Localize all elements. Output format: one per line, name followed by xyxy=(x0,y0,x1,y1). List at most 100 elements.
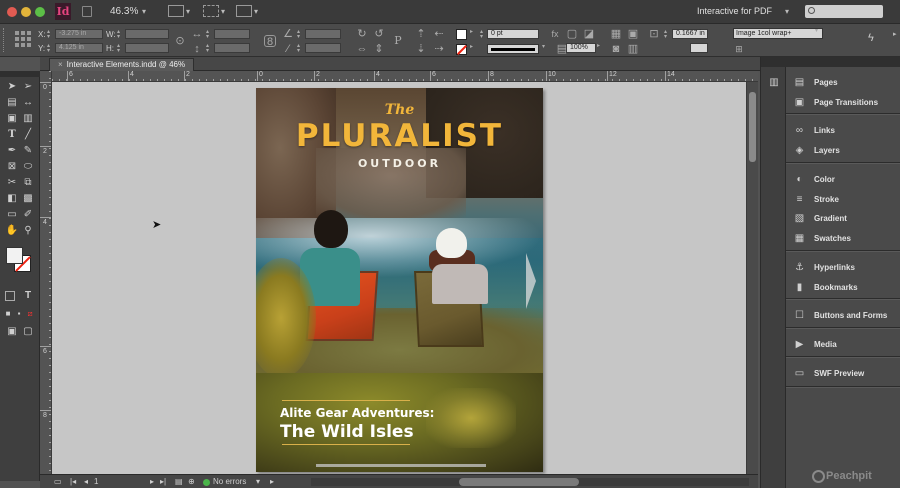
open-page-icon[interactable]: ▤ xyxy=(175,477,183,486)
gap-tool-icon[interactable]: ↔ xyxy=(21,96,35,110)
text-wrap-shape-icon[interactable]: ◙ xyxy=(610,43,622,55)
view-options-icon[interactable] xyxy=(168,5,184,17)
panel-item-bookmarks[interactable]: ▮ Bookmarks xyxy=(786,278,900,298)
panel-item-color[interactable]: ◐ Color xyxy=(786,170,900,190)
gradient-swatch-tool-icon[interactable]: ◧ xyxy=(5,192,19,206)
type-tool-icon[interactable]: T xyxy=(5,128,19,142)
rotate-stepper[interactable]: ▴ ▾ xyxy=(297,29,303,40)
formatting-container-icon[interactable] xyxy=(5,291,15,301)
reference-point-icon[interactable] xyxy=(15,31,31,47)
y-stepper[interactable]: ▴ ▾ xyxy=(47,43,53,54)
quick-apply-icon[interactable]: ϟ xyxy=(868,32,874,44)
object-style-caret[interactable]: ▾ xyxy=(815,28,821,39)
page-tool-icon[interactable]: ▤ xyxy=(5,96,19,110)
screen-mode-icon[interactable] xyxy=(203,5,219,17)
fitting-offset-field[interactable]: 0.1667 in xyxy=(672,29,708,39)
frame-fitting-icon[interactable]: ⊡ xyxy=(648,28,660,40)
bridge-icon[interactable] xyxy=(82,6,92,17)
control-panel-menu-caret[interactable]: ▸ xyxy=(893,30,897,38)
panel-item-swatches[interactable]: ▦ Swatches xyxy=(786,229,900,249)
rectangle-frame-tool-icon[interactable]: ⊠ xyxy=(5,160,19,174)
scale-x-field[interactable] xyxy=(214,29,250,39)
horizontal-scrollbar[interactable] xyxy=(311,478,749,486)
stroke-type-dropdown[interactable]: ▾ xyxy=(542,44,548,55)
shear-stepper[interactable]: ▴ ▾ xyxy=(297,43,303,54)
fitting-stepper[interactable]: ▴ ▾ xyxy=(664,29,670,40)
zoom-dropdown-caret[interactable]: ▾ xyxy=(142,7,146,16)
pasteboard[interactable]: The PLURALIST OUTDOOR Alite Gear Adventu… xyxy=(52,82,746,474)
screen-mode-caret[interactable]: ▾ xyxy=(221,7,225,16)
panel-item-swf-preview[interactable]: ▭ SWF Preview xyxy=(786,364,900,384)
stroke-weight-stepper[interactable]: ▴ ▾ xyxy=(480,29,486,40)
previous-page-button[interactable]: ◂ xyxy=(84,477,88,486)
content-collector-icon[interactable]: ▣ xyxy=(5,112,19,126)
selection-tool-icon[interactable]: ➤ xyxy=(5,80,19,94)
gradient-feather-tool-icon[interactable]: ▩ xyxy=(21,192,35,206)
vertical-scroll-thumb[interactable] xyxy=(749,92,756,162)
select-content-icon[interactable]: ⇣ xyxy=(415,43,427,55)
eyedropper-tool-icon[interactable]: ✐ xyxy=(21,208,35,222)
workspace-caret[interactable]: ▾ xyxy=(785,7,789,16)
line-tool-icon[interactable]: ╱ xyxy=(21,128,35,142)
scissors-tool-icon[interactable]: ✂ xyxy=(5,176,19,190)
w-stepper[interactable]: ▴ ▾ xyxy=(117,29,123,40)
workspace-switcher[interactable]: Interactive for PDF xyxy=(697,6,772,16)
search-input[interactable] xyxy=(805,5,883,18)
opacity-dropdown[interactable]: ▸ xyxy=(597,43,603,54)
panel-item-page-transitions[interactable]: ▣ Page Transitions xyxy=(786,93,900,113)
fx-icon[interactable]: fx xyxy=(549,28,561,40)
text-wrap-bbox-icon[interactable]: ▣ xyxy=(627,28,639,40)
constrain-proportions-icon[interactable]: ⊙ xyxy=(174,35,186,47)
horizontal-scroll-thumb[interactable] xyxy=(459,478,579,486)
rotate-cw-icon[interactable]: ↻ xyxy=(356,28,368,40)
text-wrap-none-icon[interactable]: ▦ xyxy=(610,28,622,40)
scale-y-stepper[interactable]: ▴ ▾ xyxy=(206,43,212,54)
stroke-swatch[interactable] xyxy=(456,44,467,55)
flip-horizontal-icon[interactable]: ⇔ xyxy=(356,43,368,55)
ellipse-tool-icon[interactable]: ⬭ xyxy=(21,160,35,174)
horizontal-ruler[interactable]: 6 4 2 0 2 4 6 8 10 12 14 xyxy=(52,71,758,82)
stroke-dropdown[interactable]: ▸ xyxy=(470,44,476,55)
select-previous-icon[interactable]: ⇠ xyxy=(433,28,445,40)
panel-item-pages[interactable]: ▤ Pages xyxy=(786,73,900,93)
preflight-status[interactable]: No errors xyxy=(213,477,246,486)
close-tab-icon[interactable]: × xyxy=(58,60,63,69)
select-container-icon[interactable]: ⇡ xyxy=(415,28,427,40)
note-tool-icon[interactable]: ▭ xyxy=(5,208,19,222)
page-number-field[interactable]: 1 xyxy=(94,477,98,486)
arrange-documents-caret[interactable]: ▾ xyxy=(254,7,258,16)
close-window-button[interactable] xyxy=(7,7,17,17)
zoom-tool-icon[interactable]: ⚲ xyxy=(21,224,35,238)
panel-item-gradient[interactable]: ▧ Gradient xyxy=(786,209,900,229)
direct-selection-tool-icon[interactable]: ➢ xyxy=(21,80,35,94)
object-style-select[interactable]: Image 1col wrap+ xyxy=(733,28,823,39)
fill-stroke-control[interactable] xyxy=(6,247,34,277)
panel-item-buttons-and-forms[interactable]: ☐ Buttons and Forms xyxy=(786,306,900,326)
text-wrap-jump-icon[interactable]: ▥ xyxy=(627,43,639,55)
apply-none-icon[interactable]: ⧄ xyxy=(23,307,37,321)
h-stepper[interactable]: ▴ ▾ xyxy=(117,43,123,54)
scale-y-field[interactable] xyxy=(214,43,250,53)
panel-item-stroke[interactable]: ≡ Stroke xyxy=(786,190,900,210)
document-tab[interactable]: × Interactive Elements.indd @ 46% xyxy=(49,58,195,71)
x-field[interactable]: -3.275 in xyxy=(55,29,103,39)
panel-grip[interactable] xyxy=(3,28,6,52)
free-transform-tool-icon[interactable]: ⧉ xyxy=(21,176,35,190)
vertical-scrollbar[interactable] xyxy=(746,82,758,474)
rotate-ccw-icon[interactable]: ↺ xyxy=(373,28,385,40)
drop-shadow-icon[interactable]: ▢ xyxy=(566,28,578,40)
x-stepper[interactable]: ▴ ▾ xyxy=(47,29,53,40)
fill-dropdown[interactable]: ▸ xyxy=(470,29,476,40)
view-options-caret[interactable]: ▾ xyxy=(186,7,190,16)
object-style-options-icon[interactable]: ⊞ xyxy=(733,43,745,55)
opacity-field[interactable]: 100% xyxy=(566,43,596,53)
content-placer-icon[interactable]: ▥ xyxy=(21,112,35,126)
next-page-arrow-button[interactable] xyxy=(526,253,536,309)
formatting-text-icon[interactable]: T xyxy=(21,289,35,303)
w-field[interactable] xyxy=(125,29,169,39)
preview-mode-icon[interactable]: ▢ xyxy=(21,325,35,339)
zoom-level[interactable]: 46.3% xyxy=(110,6,138,17)
flip-vertical-icon[interactable]: ⇕ xyxy=(373,43,385,55)
preflight-panel-icon[interactable]: ▸ xyxy=(270,477,274,486)
preflight-menu-caret[interactable]: ▾ xyxy=(256,477,260,486)
